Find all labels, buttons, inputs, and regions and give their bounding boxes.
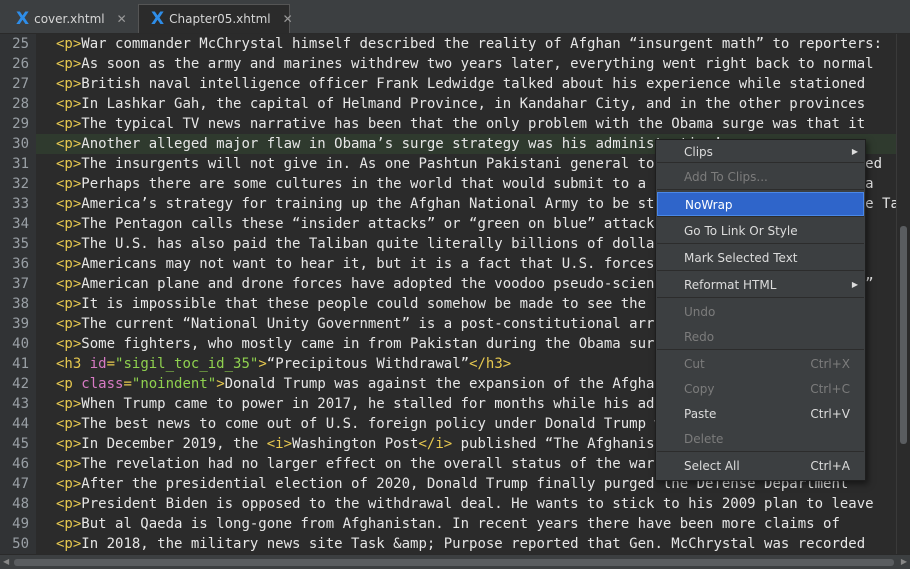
code-line[interactable]: <p>In 2018, the military news site Task … xyxy=(56,534,865,554)
xhtml-x-icon: X xyxy=(16,8,30,29)
menu-separator xyxy=(657,189,864,190)
menu-item-label: Go To Link Or Style xyxy=(684,224,798,238)
line-number: 34 xyxy=(12,216,29,232)
line-number: 43 xyxy=(12,396,29,412)
line-number: 31 xyxy=(12,156,29,172)
code-line[interactable]: <h3 id="sigil_toc_id_35">“Precipitous Wi… xyxy=(56,354,511,374)
menu-item-reformat-html[interactable]: Reformat HTML ▶ xyxy=(657,273,864,297)
menu-item-label: Redo xyxy=(684,330,715,344)
menu-item-add-to-clips[interactable]: Add To Clips... xyxy=(657,165,864,189)
xhtml-x-icon: X xyxy=(151,9,165,29)
code-line[interactable]: <p>The best news to come out of U.S. for… xyxy=(56,414,713,434)
menu-separator xyxy=(657,270,864,271)
menu-item-shortcut: Ctrl+A xyxy=(810,459,850,473)
menu-item-go-to-link-or-style[interactable]: Go To Link Or Style xyxy=(657,219,864,243)
line-number: 26 xyxy=(12,56,29,72)
line-number: 42 xyxy=(12,376,29,392)
line-number: 32 xyxy=(12,176,29,192)
tab-cover-xhtml[interactable]: X cover.xhtml ✕ xyxy=(6,4,134,33)
menu-item-label: NoWrap xyxy=(685,198,733,212)
code-line[interactable]: <p>British naval intelligence officer Fr… xyxy=(56,74,865,94)
code-line[interactable]: <p>The typical TV news narrative has bee… xyxy=(56,114,865,134)
code-line[interactable]: <p>As soon as the army and marines withd… xyxy=(56,54,874,74)
menu-item-undo[interactable]: Undo xyxy=(657,300,864,324)
scroll-left-icon[interactable]: ◀ xyxy=(3,557,9,566)
menu-item-copy[interactable]: Copy Ctrl+C xyxy=(657,377,864,401)
context-menu: Clips ▶ Add To Clips... NoWrap Go To Link Or… xyxy=(655,139,866,481)
tab-chapter05-xhtml[interactable]: X Chapter05.xhtml ✕ xyxy=(138,4,293,33)
line-number: 38 xyxy=(12,296,29,312)
menu-item-select-all[interactable]: Select All Ctrl+A xyxy=(657,454,864,478)
line-number: 30 xyxy=(12,136,29,152)
menu-item-label: Undo xyxy=(684,305,716,319)
menu-item-label: Copy xyxy=(684,382,715,396)
menu-item-label: Cut xyxy=(684,357,705,371)
tab-bar: X cover.xhtml ✕ X Chapter05.xhtml ✕ xyxy=(0,0,910,34)
menu-item-label: Mark Selected Text xyxy=(684,251,798,265)
submenu-arrow-icon: ▶ xyxy=(851,280,858,289)
line-number: 35 xyxy=(12,236,29,252)
menu-separator xyxy=(657,243,864,244)
menu-item-label: Delete xyxy=(684,432,724,446)
vertical-scrollbar[interactable] xyxy=(896,34,910,554)
menu-separator xyxy=(657,451,864,452)
menu-item-nowrap[interactable]: NoWrap xyxy=(657,192,864,216)
tab-label: Chapter05.xhtml xyxy=(169,12,271,26)
line-number: 33 xyxy=(12,196,29,212)
line-number: 44 xyxy=(12,416,29,432)
menu-item-redo[interactable]: Redo xyxy=(657,325,864,349)
submenu-arrow-icon: ▶ xyxy=(851,147,858,156)
line-number: 45 xyxy=(12,436,29,452)
horizontal-scroll-thumb[interactable] xyxy=(14,559,894,566)
line-number: 27 xyxy=(12,76,29,92)
line-number: 50 xyxy=(12,536,29,552)
line-number: 41 xyxy=(12,356,29,372)
line-number: 29 xyxy=(12,116,29,132)
menu-item-label: Reformat HTML xyxy=(684,278,777,292)
line-number: 37 xyxy=(12,276,29,292)
horizontal-scrollbar[interactable]: ◀ ▶ xyxy=(0,554,910,569)
tab-label: cover.xhtml xyxy=(34,11,105,26)
code-line[interactable]: <p>In Lashkar Gah, the capital of Helman… xyxy=(56,94,865,114)
menu-item-mark-selected-text[interactable]: Mark Selected Text xyxy=(657,246,864,270)
code-line[interactable]: <p>President Biden is opposed to the wit… xyxy=(56,494,874,514)
menu-separator xyxy=(657,349,864,350)
scroll-right-icon[interactable]: ▶ xyxy=(901,557,907,566)
menu-item-label: Select All xyxy=(684,459,740,473)
close-icon[interactable]: ✕ xyxy=(283,12,293,26)
code-line[interactable]: <p>Another alleged major flaw in Obama’s… xyxy=(56,134,739,154)
line-number: 46 xyxy=(12,456,29,472)
menu-item-delete[interactable]: Delete xyxy=(657,427,864,451)
menu-item-label: Clips xyxy=(684,145,713,159)
line-number: 39 xyxy=(12,316,29,332)
menu-item-shortcut: Ctrl+V xyxy=(810,407,850,421)
line-number: 28 xyxy=(12,96,29,112)
close-icon[interactable]: ✕ xyxy=(117,12,127,26)
line-number-gutter: 25 26 27 28 29 30 31 32 33 34 35 36 37 38 39 40 41 42 43 44… xyxy=(0,34,36,554)
line-number: 49 xyxy=(12,516,29,532)
menu-item-label: Add To Clips... xyxy=(684,170,768,184)
line-number: 40 xyxy=(12,336,29,352)
menu-item-shortcut: Ctrl+X xyxy=(810,357,850,371)
line-number: 25 xyxy=(12,36,29,52)
menu-item-paste[interactable]: Paste Ctrl+V xyxy=(657,402,864,426)
menu-item-label: Paste xyxy=(684,407,717,421)
vertical-scroll-thumb[interactable] xyxy=(900,226,907,444)
menu-item-shortcut: Ctrl+C xyxy=(810,382,850,396)
menu-item-cut[interactable]: Cut Ctrl+X xyxy=(657,352,864,376)
code-line[interactable]: <p>War commander McChrystal himself desc… xyxy=(56,34,882,54)
menu-separator xyxy=(657,297,864,298)
line-number: 48 xyxy=(12,496,29,512)
line-number: 36 xyxy=(12,256,29,272)
code-line[interactable]: <p>But al Qaeda is long-gone from Afghan… xyxy=(56,514,840,534)
line-number: 47 xyxy=(12,476,29,492)
menu-item-clips[interactable]: Clips ▶ xyxy=(657,140,864,164)
